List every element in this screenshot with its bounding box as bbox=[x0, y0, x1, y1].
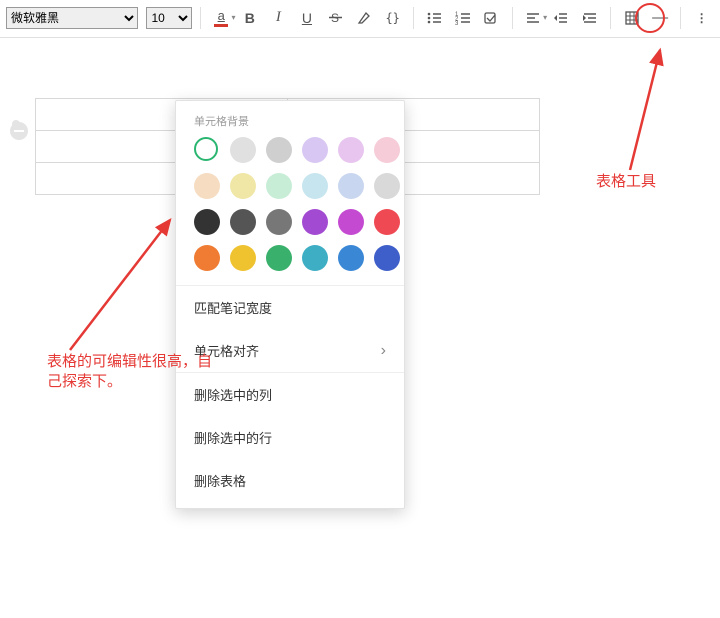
separator bbox=[610, 7, 611, 29]
bullet-list-button[interactable] bbox=[422, 5, 447, 31]
hr-button[interactable]: — bbox=[648, 5, 673, 31]
color-swatch[interactable] bbox=[266, 137, 292, 163]
annotation-arrow-left bbox=[60, 200, 190, 360]
font-select[interactable]: 微软雅黑 bbox=[6, 7, 138, 29]
toolbar: 微软雅黑 10 a ▾ B I U S {} 1 2 3 bbox=[0, 0, 720, 38]
color-swatch[interactable] bbox=[302, 173, 328, 199]
menu-delete-table[interactable]: 删除表格 bbox=[176, 459, 404, 502]
separator bbox=[512, 7, 513, 29]
color-swatch[interactable] bbox=[374, 245, 400, 271]
strikethrough-button[interactable]: S bbox=[323, 5, 348, 31]
svg-text:3: 3 bbox=[455, 21, 459, 26]
numbered-list-button[interactable]: 1 2 3 bbox=[450, 5, 475, 31]
color-swatch[interactable] bbox=[374, 173, 400, 199]
color-swatch[interactable] bbox=[266, 173, 292, 199]
annotation-text-left: 表格的可编辑性很高，自己探索下。 bbox=[47, 352, 217, 393]
code-button[interactable]: {} bbox=[380, 5, 405, 31]
outdent-button[interactable] bbox=[549, 5, 574, 31]
color-swatch[interactable] bbox=[230, 209, 256, 235]
color-swatch[interactable] bbox=[194, 137, 218, 161]
menu-match-width[interactable]: 匹配笔记宽度 bbox=[176, 286, 404, 329]
color-swatch[interactable] bbox=[302, 245, 328, 271]
color-swatch[interactable] bbox=[266, 245, 292, 271]
menu-delete-rows[interactable]: 删除选中的行 bbox=[176, 416, 404, 459]
color-swatch[interactable] bbox=[302, 209, 328, 235]
color-swatch[interactable] bbox=[230, 245, 256, 271]
italic-button[interactable]: I bbox=[266, 5, 291, 31]
align-button[interactable]: ▾ bbox=[521, 5, 546, 31]
indent-button[interactable] bbox=[578, 5, 603, 31]
bold-button[interactable]: B bbox=[237, 5, 262, 31]
svg-text:S: S bbox=[331, 11, 339, 25]
color-swatch[interactable] bbox=[374, 209, 400, 235]
separator bbox=[680, 7, 681, 29]
color-swatch[interactable] bbox=[338, 209, 364, 235]
color-swatch[interactable] bbox=[230, 137, 256, 163]
popup-section-label: 单元格背景 bbox=[176, 101, 404, 137]
color-swatch[interactable] bbox=[194, 173, 220, 199]
color-swatch[interactable] bbox=[374, 137, 400, 163]
separator bbox=[200, 7, 201, 29]
checkbox-button[interactable] bbox=[479, 5, 504, 31]
color-swatch[interactable] bbox=[338, 173, 364, 199]
color-swatch[interactable] bbox=[194, 245, 220, 271]
color-swatch[interactable] bbox=[302, 137, 328, 163]
underline-button[interactable]: U bbox=[295, 5, 320, 31]
color-swatch[interactable] bbox=[338, 137, 364, 163]
color-swatches bbox=[176, 137, 404, 285]
color-swatch[interactable] bbox=[230, 173, 256, 199]
color-swatch[interactable] bbox=[338, 245, 364, 271]
more-button[interactable]: ⋮ bbox=[689, 5, 714, 31]
table-button[interactable] bbox=[619, 5, 644, 31]
annotation-text-right: 表格工具 bbox=[596, 172, 656, 192]
color-swatch[interactable] bbox=[194, 209, 220, 235]
text-color-button[interactable]: a ▾ bbox=[209, 5, 234, 31]
highlight-button[interactable] bbox=[352, 5, 377, 31]
color-swatch[interactable] bbox=[266, 209, 292, 235]
separator bbox=[413, 7, 414, 29]
font-size-select[interactable]: 10 bbox=[146, 7, 191, 29]
table-context-menu: 单元格背景 匹配笔记宽度 单元格对齐 删除选中的列 删除选中的行 删除表格 bbox=[175, 100, 405, 509]
line-menu-button[interactable] bbox=[10, 122, 28, 140]
